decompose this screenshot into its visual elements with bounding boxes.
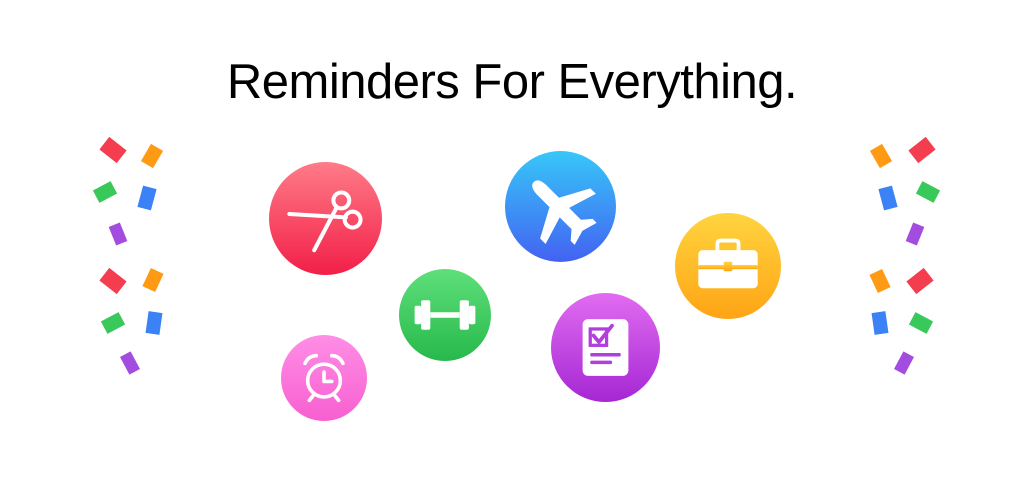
scissors-badge bbox=[269, 162, 382, 275]
briefcase-badge bbox=[675, 213, 781, 319]
confetti-piece bbox=[140, 143, 164, 169]
alarm-clock-badge bbox=[281, 335, 367, 421]
airplane-icon bbox=[505, 151, 616, 262]
promo-banner: Reminders For Everything. bbox=[0, 0, 1024, 500]
confetti-piece bbox=[120, 351, 140, 375]
confetti-piece bbox=[92, 181, 118, 203]
checklist-icon bbox=[551, 293, 660, 402]
confetti-piece bbox=[869, 143, 893, 169]
dumbbell-icon bbox=[399, 269, 491, 361]
briefcase-icon bbox=[675, 213, 781, 319]
airplane-badge bbox=[505, 151, 616, 262]
confetti-piece bbox=[871, 311, 889, 335]
confetti-piece bbox=[905, 222, 925, 246]
confetti-piece bbox=[142, 267, 164, 293]
confetti-piece bbox=[108, 222, 128, 246]
confetti-piece bbox=[878, 185, 898, 211]
confetti-piece bbox=[137, 185, 157, 211]
alarm-clock-icon bbox=[281, 335, 367, 421]
confetti-piece bbox=[906, 267, 934, 295]
checklist-badge bbox=[551, 293, 660, 402]
confetti-piece bbox=[100, 312, 126, 334]
confetti-piece bbox=[99, 267, 127, 295]
confetti-piece bbox=[908, 136, 936, 164]
confetti-piece bbox=[894, 351, 914, 375]
scissors-icon bbox=[269, 162, 382, 275]
confetti-piece bbox=[145, 311, 163, 335]
confetti-piece bbox=[99, 136, 127, 164]
dumbbell-badge bbox=[399, 269, 491, 361]
confetti-piece bbox=[915, 181, 941, 203]
confetti-piece bbox=[869, 268, 891, 294]
confetti-piece bbox=[908, 312, 934, 334]
